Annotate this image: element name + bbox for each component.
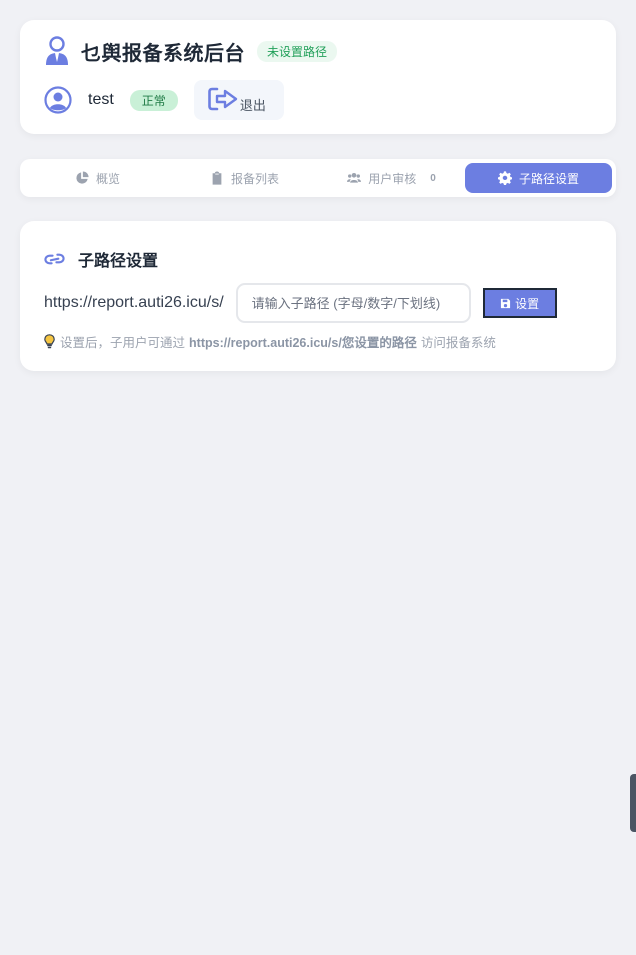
side-scroll-handle[interactable] [630,774,636,832]
users-icon [347,172,362,183]
clipboard-icon [212,171,222,185]
section-title: 子路径设置 [78,253,159,270]
save-icon [501,298,511,308]
tab-overview[interactable]: 概览 [24,163,171,193]
tab-bar: 概览 报备列表 用户审核 0 子路径设置 [20,159,616,197]
base-url: https://report.auti26.icu/s/ [44,294,224,311]
username: test [88,91,114,108]
tab-label: 概览 [95,171,120,186]
tab-label: 报备列表 [230,171,279,186]
tab-report-list[interactable]: 报备列表 [171,163,318,193]
pending-count-badge: 0 [430,172,436,184]
user-tie-icon [46,36,68,65]
hint-prefix: 设置后，子用户可通过 [60,336,186,350]
tab-subpath-settings[interactable]: 子路径设置 [465,163,612,193]
link-icon [44,253,65,265]
hint-suffix: 访问报备系统 [420,336,496,350]
logout-button[interactable]: 退出 [193,80,284,120]
tab-user-review[interactable]: 用户审核 0 [318,163,465,193]
subpath-input[interactable] [235,283,471,323]
subpath-settings-card: 子路径设置 https://report.auti26.icu/s/ 设置 设置… [20,221,616,371]
path-status-badge: 未设置路径 [257,40,338,62]
sign-out-icon [208,87,238,111]
user-status-badge: 正常 [129,89,178,111]
app-title: 乜舆报备系统后台 [81,42,245,65]
chart-pie-icon [76,171,89,184]
set-button-label: 设置 [515,296,540,311]
tab-label: 用户审核 [368,171,417,186]
hint-url: https://report.auti26.icu/s/您设置的路径 [189,336,417,350]
user-circle-icon [44,86,72,114]
user-row: test 正常 退出 [44,80,284,120]
logout-label: 退出 [239,98,266,113]
tab-label: 子路径设置 [518,171,579,186]
lightbulb-icon [44,334,55,349]
title-row: 乜舆报备系统后台 未设置路径 [44,36,338,66]
section-header: 子路径设置 [44,247,158,271]
gear-icon [497,171,512,185]
set-subpath-button[interactable]: 设置 [482,288,557,318]
hint-text: 设置后，子用户可通过 https://report.auti26.icu/s/您… [44,332,496,351]
header-card: 乜舆报备系统后台 未设置路径 test 正常 退出 [20,20,616,134]
subpath-input-row: https://report.auti26.icu/s/ 设置 [44,283,557,323]
